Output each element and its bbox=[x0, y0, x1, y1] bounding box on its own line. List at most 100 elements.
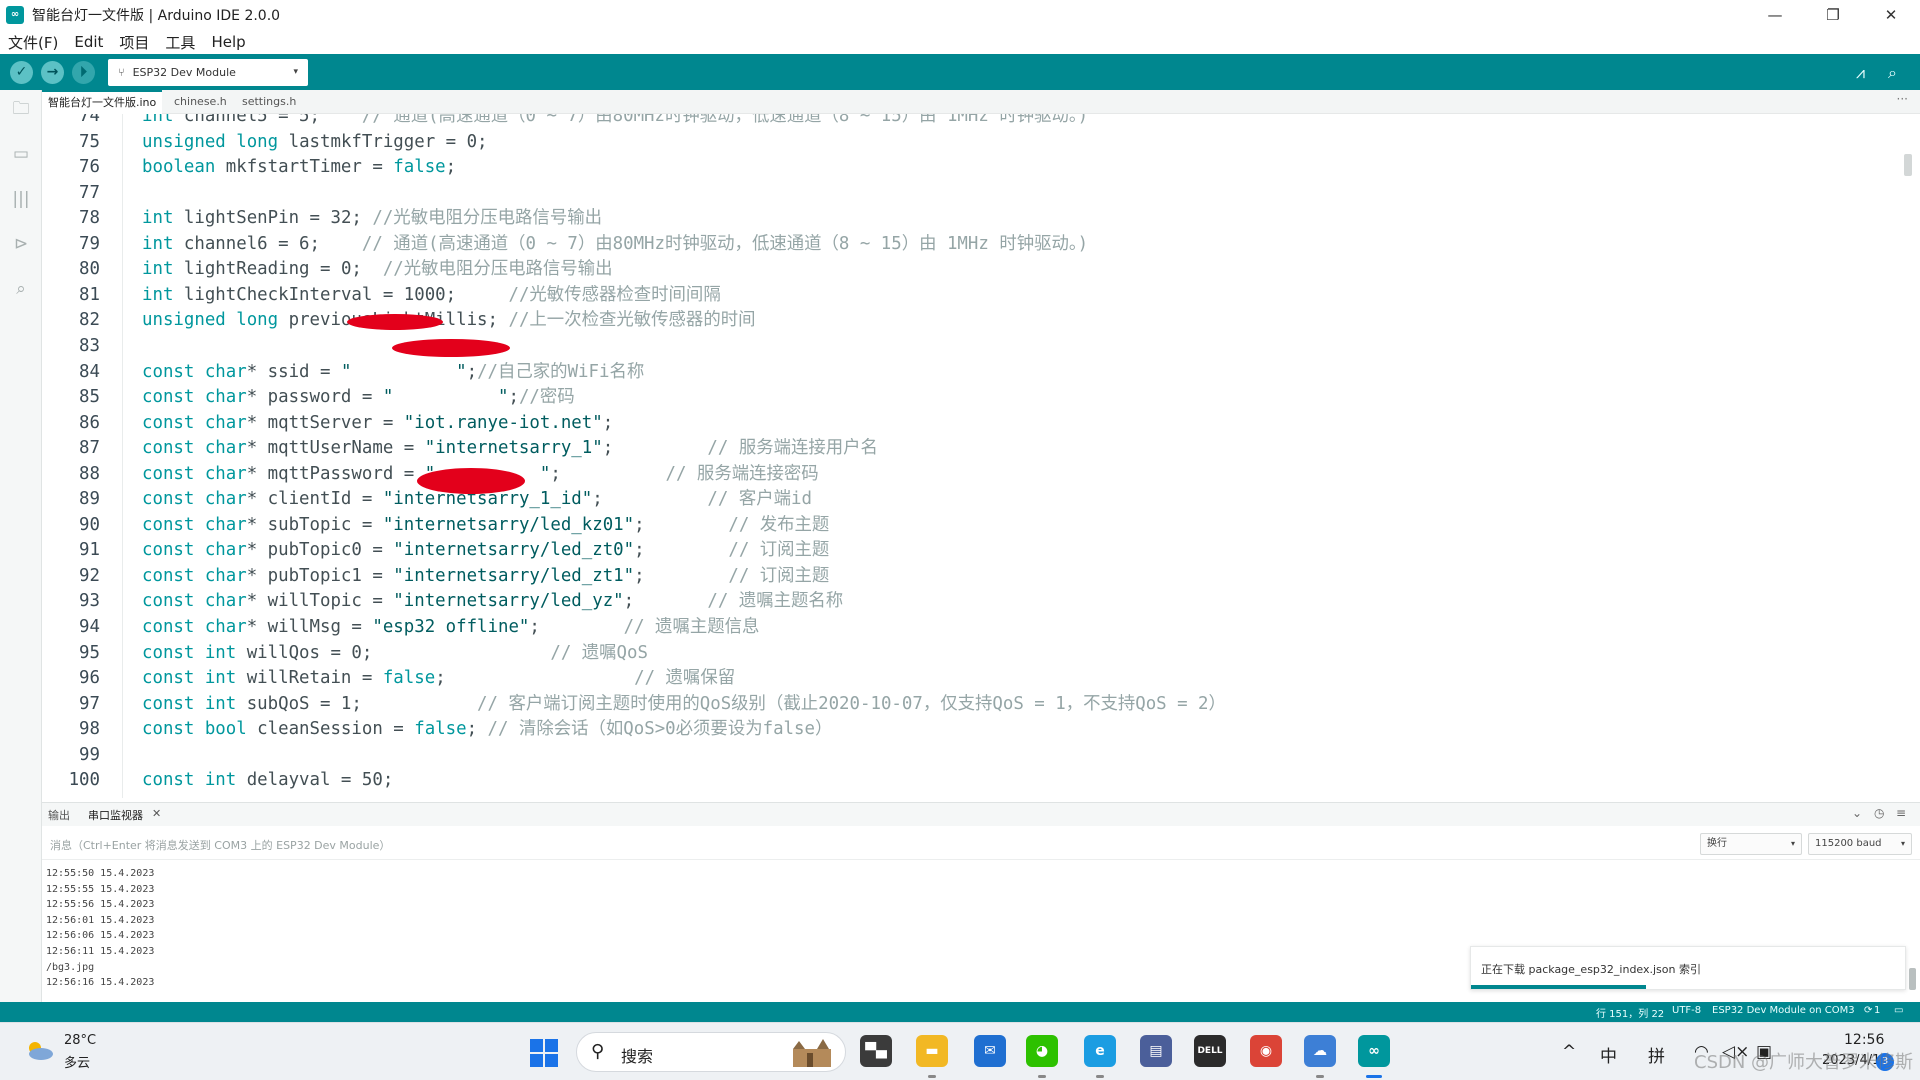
tab-settings-h[interactable]: settings.h bbox=[236, 90, 302, 114]
code-line[interactable]: 80 int lightReading = 0; //光敏电阻分压电路信号输出 bbox=[42, 257, 1912, 283]
code-line[interactable]: 96 const int willRetain = false; // 遗嘱保留 bbox=[42, 666, 1912, 692]
code-line[interactable]: 90 const char* subTopic = "internetsarry/… bbox=[42, 513, 1912, 539]
close-button[interactable]: ✕ bbox=[1862, 0, 1920, 30]
code-line[interactable]: 94 const char* willMsg = "esp32 offline";… bbox=[42, 615, 1912, 641]
download-notification[interactable]: 正在下载 package_esp32_index.json 索引 bbox=[1470, 946, 1906, 990]
code-line[interactable]: 76 boolean mkfstartTimer = false; bbox=[42, 155, 1912, 181]
file-explorer-icon[interactable]: ▬ bbox=[916, 1035, 948, 1067]
tab-main-ino[interactable]: 智能台灯一文件版.ino bbox=[42, 90, 163, 114]
code-comment: // 订阅主题 bbox=[728, 540, 830, 561]
verify-button[interactable]: ✓ bbox=[10, 61, 33, 84]
code-line[interactable]: 91 const char* pubTopic0 = "internetsarry… bbox=[42, 538, 1912, 564]
arduino-icon[interactable]: ∞ bbox=[1358, 1035, 1390, 1067]
serial-monitor-icon[interactable]: ⌕ bbox=[1888, 63, 1897, 83]
code-line[interactable]: 92 const char* pubTopic1 = "internetsarry… bbox=[42, 564, 1912, 590]
code-string: "internetsarry/led_kz01" bbox=[382, 514, 635, 535]
code-line[interactable]: 81 int lightCheckInterval = 1000; //光敏传感器… bbox=[42, 283, 1912, 309]
code-token: * pubTopic0 = bbox=[246, 540, 394, 561]
code-line[interactable]: 84 const char* ssid = " ";//自己家的WiFi名称 bbox=[42, 360, 1912, 386]
layout-icon[interactable]: ▭ bbox=[1894, 1005, 1903, 1016]
code-keyword: int bbox=[142, 233, 174, 254]
code-line[interactable]: 79 int channel6 = 6; // 通道(高速通道（0 ~ 7）由80… bbox=[42, 232, 1912, 258]
code-line[interactable]: 78 int lightSenPin = 32; //光敏电阻分压电路信号输出 bbox=[42, 206, 1912, 232]
code-comment: // 订阅主题 bbox=[728, 565, 830, 586]
minimize-button[interactable]: — bbox=[1746, 0, 1804, 30]
task-view-icon[interactable]: ▀▄ bbox=[860, 1035, 892, 1067]
folder-icon[interactable]: 🗀 bbox=[10, 98, 32, 120]
board-manager-icon[interactable]: ▭ bbox=[10, 143, 32, 165]
code-keyword: const char bbox=[142, 591, 247, 612]
line-ending-select[interactable]: 换行 ▾ bbox=[1700, 833, 1802, 855]
code-line[interactable]: 87 const char* mqttUserName = "internetsa… bbox=[42, 436, 1912, 462]
debug-icon[interactable]: ⊳ bbox=[10, 233, 32, 255]
debug-button[interactable]: ⏵ bbox=[72, 61, 95, 84]
code-text: const bool cleanSession = false; // 清除会话… bbox=[142, 717, 832, 743]
close-icon[interactable]: ✕ bbox=[152, 807, 161, 820]
tray-overflow-icon[interactable]: ^ bbox=[1562, 1042, 1576, 1062]
tab-output[interactable]: 输出 bbox=[48, 807, 70, 823]
board-port-status[interactable]: ESP32 Dev Module on COM3 bbox=[1712, 1005, 1855, 1016]
encoding[interactable]: UTF-8 bbox=[1672, 1005, 1701, 1016]
menu-file[interactable]: 文件(F) bbox=[8, 32, 58, 53]
code-line[interactable]: 85 const char* password = " ";//密码 bbox=[42, 385, 1912, 411]
weather-description[interactable]: 多云 bbox=[64, 1052, 90, 1071]
code-line[interactable]: 82 unsigned long previousLightMillis; //上… bbox=[42, 308, 1912, 334]
clock-time[interactable]: 12:56 bbox=[1844, 1032, 1884, 1048]
chrome-icon[interactable]: ◉ bbox=[1250, 1035, 1282, 1067]
board-selector[interactable]: ⑂ ESP32 Dev Module ▾ bbox=[108, 59, 308, 86]
collapse-icon[interactable]: ⌄ bbox=[1852, 806, 1862, 820]
serial-message-input[interactable]: 消息（Ctrl+Enter 将消息发送到 COM3 上的 ESP32 Dev M… bbox=[50, 837, 390, 853]
code-line[interactable]: 86 const char* mqttServer = "iot.ranye-io… bbox=[42, 411, 1912, 437]
notification-icon[interactable]: ⟳ bbox=[1864, 1005, 1872, 1016]
more-icon[interactable]: ··· bbox=[1897, 92, 1908, 106]
weather-cloud-icon[interactable] bbox=[24, 1039, 54, 1061]
serial-plotter-icon[interactable]: ⩘ bbox=[1856, 63, 1865, 83]
weather-temperature[interactable]: 28°C bbox=[64, 1033, 96, 1048]
taskbar-search[interactable]: ⚲ 搜索 bbox=[576, 1032, 846, 1072]
code-token: * subTopic = bbox=[246, 514, 383, 535]
mail-icon[interactable]: ✉ bbox=[974, 1035, 1006, 1067]
code-line[interactable]: 97 const int subQoS = 1; // 客户端订阅主题时使用的Qo… bbox=[42, 692, 1912, 718]
serial-line: 12:56:01 15.4.2023 bbox=[46, 914, 155, 926]
upload-button[interactable]: → bbox=[41, 61, 64, 84]
library-icon[interactable]: ||| bbox=[10, 188, 32, 210]
tab-chinese-h[interactable]: chinese.h bbox=[168, 90, 233, 114]
input-method[interactable]: 拼 bbox=[1648, 1042, 1665, 1067]
timestamp-icon[interactable]: ◷ bbox=[1874, 806, 1884, 820]
menu-edit[interactable]: Edit bbox=[74, 33, 103, 51]
line-number: 97 bbox=[79, 693, 100, 714]
code-line[interactable]: 93 const char* willTopic = "internetsarry… bbox=[42, 589, 1912, 615]
code-line[interactable]: 88const char* mqttPassword = " "; // 服务端… bbox=[42, 462, 1912, 488]
restore-button[interactable]: ❐ bbox=[1804, 0, 1862, 30]
edge-icon[interactable]: e bbox=[1084, 1035, 1116, 1067]
serial-line: 12:56:11 15.4.2023 bbox=[46, 946, 155, 957]
tab-serial-monitor[interactable]: 串口监视器 bbox=[88, 807, 143, 823]
app-icon[interactable]: ▤ bbox=[1140, 1035, 1172, 1067]
baud-rate-select[interactable]: 115200 baud ▾ bbox=[1808, 833, 1912, 855]
code-token: willRetain = bbox=[236, 668, 383, 689]
search-icon[interactable]: ⌕ bbox=[10, 278, 32, 300]
code-line[interactable]: 74 int channel5 = 5; // 通道(高速通道（0 ~ 7）由80… bbox=[42, 114, 1912, 130]
code-line[interactable]: 100 const int delayval = 50; bbox=[42, 768, 1912, 794]
code-line[interactable]: 95 const int willQos = 0; // 遗嘱QoS bbox=[42, 641, 1912, 667]
clear-output-icon[interactable]: ≡ bbox=[1896, 806, 1906, 820]
dell-icon[interactable]: DELL bbox=[1194, 1035, 1226, 1067]
code-line[interactable]: 89 const char* clientId = "internetsarry_… bbox=[42, 487, 1912, 513]
cloud-app-icon[interactable]: ☁ bbox=[1304, 1035, 1336, 1067]
code-line[interactable]: 75 unsigned long lastmkfTrigger = 0; bbox=[42, 130, 1912, 156]
code-line[interactable]: 98 const bool cleanSession = false; // 清除… bbox=[42, 717, 1912, 743]
code-editor[interactable]: 74 int channel5 = 5; // 通道(高速通道（0 ~ 7）由80… bbox=[42, 114, 1912, 798]
code-comment: //密码 bbox=[518, 387, 575, 408]
wechat-icon[interactable]: ◕ bbox=[1026, 1035, 1058, 1067]
menu-tools[interactable]: 工具 bbox=[165, 32, 195, 53]
serial-scrollbar[interactable] bbox=[1909, 968, 1916, 990]
code-line[interactable]: 77 bbox=[42, 181, 1912, 207]
code-line[interactable]: 83 bbox=[42, 334, 1912, 360]
code-line[interactable]: 99 bbox=[42, 743, 1912, 769]
start-button[interactable] bbox=[530, 1039, 558, 1067]
cursor-position[interactable]: 行 151，列 22 bbox=[1596, 1005, 1664, 1020]
menu-sketch[interactable]: 项目 bbox=[119, 32, 149, 53]
code-keyword: const int bbox=[142, 642, 237, 663]
menu-help[interactable]: Help bbox=[211, 33, 245, 51]
input-language[interactable]: 中 bbox=[1600, 1042, 1617, 1067]
